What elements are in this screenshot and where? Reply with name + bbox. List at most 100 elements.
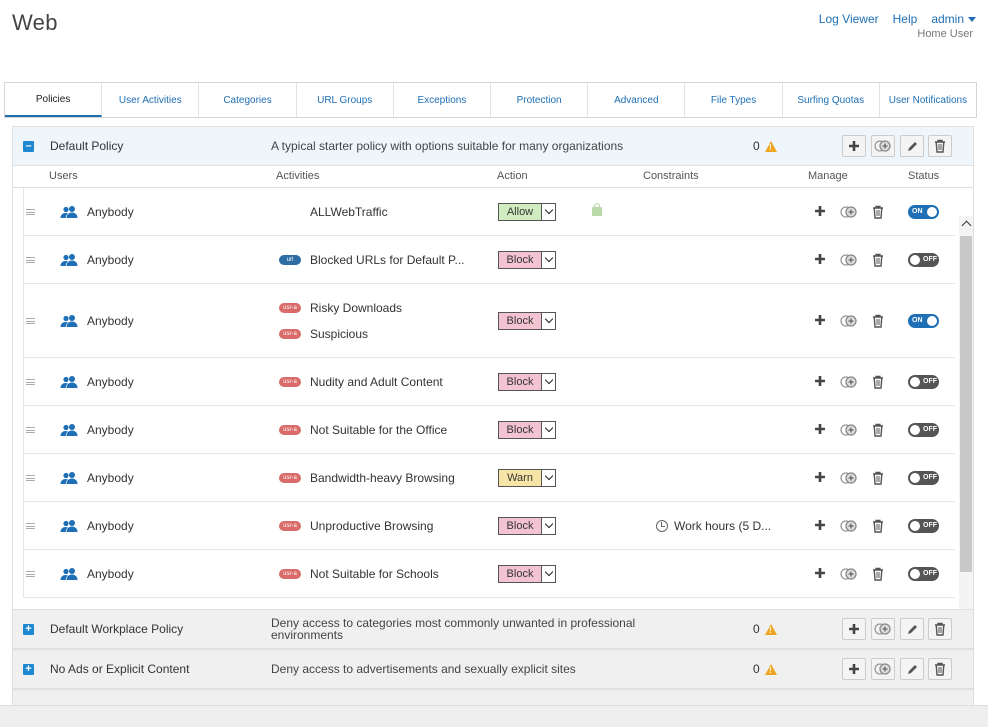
clone-icon[interactable] — [840, 471, 858, 488]
activity-item[interactable]: usr-a Not Suitable for the Office — [279, 423, 447, 437]
tab-url-groups[interactable]: URL Groups — [297, 83, 394, 117]
tab-protection[interactable]: Protection — [491, 83, 589, 117]
rule-user[interactable]: Anybody — [87, 423, 134, 437]
add-icon[interactable] — [814, 205, 826, 220]
edit-policy-button[interactable] — [900, 135, 924, 157]
drag-handle-icon[interactable] — [26, 256, 35, 263]
add-icon[interactable] — [814, 314, 826, 329]
delete-policy-button[interactable] — [928, 135, 952, 157]
drag-handle-icon[interactable] — [26, 426, 35, 433]
rule-row[interactable]: Anybody usr-a Risky Downloads usr-a Suspicio… — [23, 284, 955, 358]
status-toggle[interactable]: OFF — [908, 422, 939, 437]
action-select[interactable]: Block — [498, 516, 556, 535]
drag-handle-icon[interactable] — [26, 474, 35, 481]
activity-item[interactable]: usr-a Risky Downloads — [279, 301, 402, 315]
drag-handle-icon[interactable] — [26, 317, 35, 324]
expand-icon[interactable]: + — [23, 623, 34, 635]
action-select[interactable]: Block — [498, 372, 556, 391]
add-rule-button[interactable] — [842, 618, 866, 640]
tab-advanced[interactable]: Advanced — [588, 83, 686, 117]
clone-policy-button[interactable] — [871, 658, 895, 680]
rule-row[interactable]: Anybody usr-a Nudity and Adult Content Bloc… — [23, 358, 955, 406]
rule-user[interactable]: Anybody — [87, 519, 134, 533]
add-icon[interactable] — [814, 519, 826, 534]
drag-handle-icon[interactable] — [26, 378, 35, 385]
policy-header[interactable]: + No Ads or Explicit Content Deny access t… — [12, 649, 974, 689]
clone-policy-button[interactable] — [871, 618, 895, 640]
rule-user[interactable]: Anybody — [87, 567, 134, 581]
user-menu[interactable]: admin — [931, 12, 976, 26]
add-icon[interactable] — [814, 423, 826, 438]
trash-icon[interactable] — [872, 314, 884, 331]
clone-icon[interactable] — [840, 314, 858, 331]
tab-user-activities[interactable]: User Activities — [102, 83, 200, 117]
scroll-thumb[interactable] — [960, 236, 972, 572]
activity-item[interactable]: usr-a Nudity and Adult Content — [279, 375, 443, 389]
drag-handle-icon[interactable] — [26, 522, 35, 529]
trash-icon[interactable] — [872, 253, 884, 270]
activity-item[interactable]: ALLWebTraffic — [279, 205, 388, 219]
activity-item[interactable]: usr-a Unproductive Browsing — [279, 519, 433, 533]
activity-item[interactable]: usr-a Not Suitable for Schools — [279, 567, 439, 581]
clone-icon[interactable] — [840, 519, 858, 536]
edit-policy-button[interactable] — [900, 658, 924, 680]
rule-row[interactable]: Anybody url Blocked URLs for Default P... B… — [23, 236, 955, 284]
tab-user-notifications[interactable]: User Notifications — [880, 83, 976, 117]
clone-policy-button[interactable] — [871, 135, 895, 157]
drag-handle-icon[interactable] — [26, 570, 35, 577]
status-toggle[interactable]: OFF — [908, 566, 939, 581]
collapse-icon[interactable]: – — [23, 140, 34, 152]
action-select[interactable]: Block — [498, 420, 556, 439]
rule-row[interactable]: Anybody usr-a Not Suitable for Schools Bloc… — [23, 550, 955, 598]
clone-icon[interactable] — [840, 423, 858, 440]
clone-icon[interactable] — [840, 253, 858, 270]
activity-item[interactable]: usr-a Suspicious — [279, 327, 368, 341]
log-viewer-link[interactable]: Log Viewer — [819, 12, 879, 26]
status-toggle[interactable]: OFF — [908, 252, 939, 267]
policy-header[interactable]: – Default Policy A typical starter policy … — [12, 126, 974, 166]
tab-exceptions[interactable]: Exceptions — [394, 83, 492, 117]
tab-policies[interactable]: Policies — [5, 83, 103, 117]
status-toggle[interactable]: OFF — [908, 470, 939, 485]
rule-user[interactable]: Anybody — [87, 375, 134, 389]
tab-file-types[interactable]: File Types — [685, 83, 783, 117]
add-icon[interactable] — [814, 253, 826, 268]
edit-policy-button[interactable] — [900, 618, 924, 640]
status-toggle[interactable]: OFF — [908, 374, 939, 389]
rule-user[interactable]: Anybody — [87, 205, 134, 219]
trash-icon[interactable] — [872, 471, 884, 488]
action-select[interactable]: Block — [498, 564, 556, 583]
rule-user[interactable]: Anybody — [87, 471, 134, 485]
trash-icon[interactable] — [872, 375, 884, 392]
trash-icon[interactable] — [872, 567, 884, 584]
expand-icon[interactable]: + — [23, 663, 34, 675]
add-icon[interactable] — [814, 471, 826, 486]
rule-row[interactable]: Anybody ALLWebTraffic Allow ON — [23, 188, 955, 236]
activity-item[interactable]: usr-a Bandwidth-heavy Browsing — [279, 471, 455, 485]
drag-handle-icon[interactable] — [26, 208, 35, 215]
clone-icon[interactable] — [840, 205, 858, 222]
delete-policy-button[interactable] — [928, 658, 952, 680]
rules-scrollbar[interactable] — [959, 216, 973, 636]
scroll-up-icon[interactable] — [961, 220, 972, 231]
status-toggle[interactable]: OFF — [908, 518, 939, 533]
action-select[interactable]: Warn — [498, 468, 556, 487]
trash-icon[interactable] — [872, 423, 884, 440]
policy-header[interactable]: + Default Workplace Policy Deny access to … — [12, 609, 974, 649]
rule-user[interactable]: Anybody — [87, 314, 134, 328]
action-select[interactable]: Block — [498, 311, 556, 330]
action-select[interactable]: Block — [498, 250, 556, 269]
status-toggle[interactable]: ON — [908, 313, 939, 328]
action-select[interactable]: Allow — [498, 202, 556, 221]
tab-categories[interactable]: Categories — [199, 83, 297, 117]
clone-icon[interactable] — [840, 375, 858, 392]
trash-icon[interactable] — [872, 519, 884, 536]
activity-item[interactable]: url Blocked URLs for Default P... — [279, 253, 465, 267]
tab-surfing-quotas[interactable]: Surfing Quotas — [783, 83, 880, 117]
add-icon[interactable] — [814, 375, 826, 390]
delete-policy-button[interactable] — [928, 618, 952, 640]
add-rule-button[interactable] — [842, 135, 866, 157]
clone-icon[interactable] — [840, 567, 858, 584]
rule-row[interactable]: Anybody usr-a Bandwidth-heavy Browsing Warn… — [23, 454, 955, 502]
help-link[interactable]: Help — [893, 12, 918, 26]
